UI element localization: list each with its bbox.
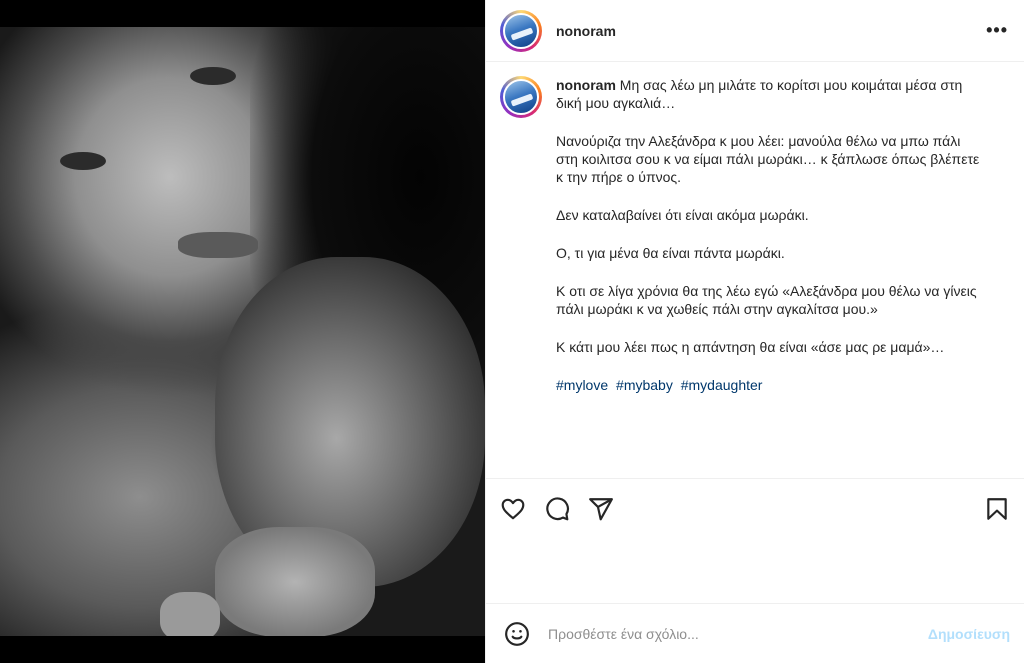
share-icon[interactable] — [588, 496, 614, 522]
hashtag-link[interactable]: #mydaughter — [681, 377, 763, 393]
post-photo[interactable] — [0, 27, 485, 636]
action-bar — [486, 479, 1024, 539]
likes-area — [486, 539, 1024, 604]
header-username[interactable]: nonoram — [556, 23, 616, 39]
caption-row: nonoram Μη σας λέω μη μιλάτε το κορίτσι … — [500, 76, 1008, 414]
more-options-icon[interactable]: ••• — [986, 20, 1008, 41]
caption-avatar[interactable] — [500, 76, 542, 118]
caption-username[interactable]: nonoram — [556, 77, 616, 93]
caption-first-line: Μη σας λέω μη μιλάτε το κορίτσι μου κοιμ… — [556, 77, 963, 111]
bookmark-icon[interactable] — [984, 496, 1010, 522]
hashtag-link[interactable]: #mybaby — [616, 377, 673, 393]
caption-paragraph: Κ κάτι μου λέει πως η απάντηση θα είναι … — [556, 339, 945, 355]
avatar[interactable] — [500, 9, 542, 52]
profile-picture — [503, 12, 539, 49]
caption-profile-picture — [503, 79, 539, 115]
caption-text: nonoram Μη σας λέω μη μιλάτε το κορίτσι … — [556, 76, 986, 414]
caption-area: nonoram Μη σας λέω μη μιλάτε το κορίτσι … — [486, 62, 1024, 479]
hashtags: #mylove #mybaby #mydaughter — [556, 376, 986, 394]
comment-input[interactable] — [546, 624, 928, 643]
post-container: nonoram ••• nonoram Μη σας λέω μη μιλάτε… — [0, 0, 1024, 663]
post-comment-button[interactable]: Δημοσίευση — [928, 626, 1010, 642]
caption-paragraph: Κ οτι σε λίγα χρόνια θα της λέω εγώ «Αλε… — [556, 283, 977, 317]
caption-paragraph: Νανούριζα την Αλεξάνδρα κ μου λέει: μανο… — [556, 133, 980, 185]
caption-paragraph: Ο, τι για μένα θα είναι πάντα μωράκι. — [556, 245, 785, 261]
caption-paragraph: Δεν καταλαβαίνει ότι είναι ακόμα μωράκι. — [556, 207, 809, 223]
comment-bar: Δημοσίευση — [486, 604, 1024, 663]
heart-icon[interactable] — [500, 496, 526, 522]
hashtag-link[interactable]: #mylove — [556, 377, 608, 393]
post-media[interactable] — [0, 0, 485, 663]
comment-icon[interactable] — [544, 496, 570, 522]
post-header: nonoram ••• — [486, 0, 1024, 62]
post-sidebar: nonoram ••• nonoram Μη σας λέω μη μιλάτε… — [485, 0, 1024, 663]
emoji-icon[interactable] — [504, 621, 530, 647]
